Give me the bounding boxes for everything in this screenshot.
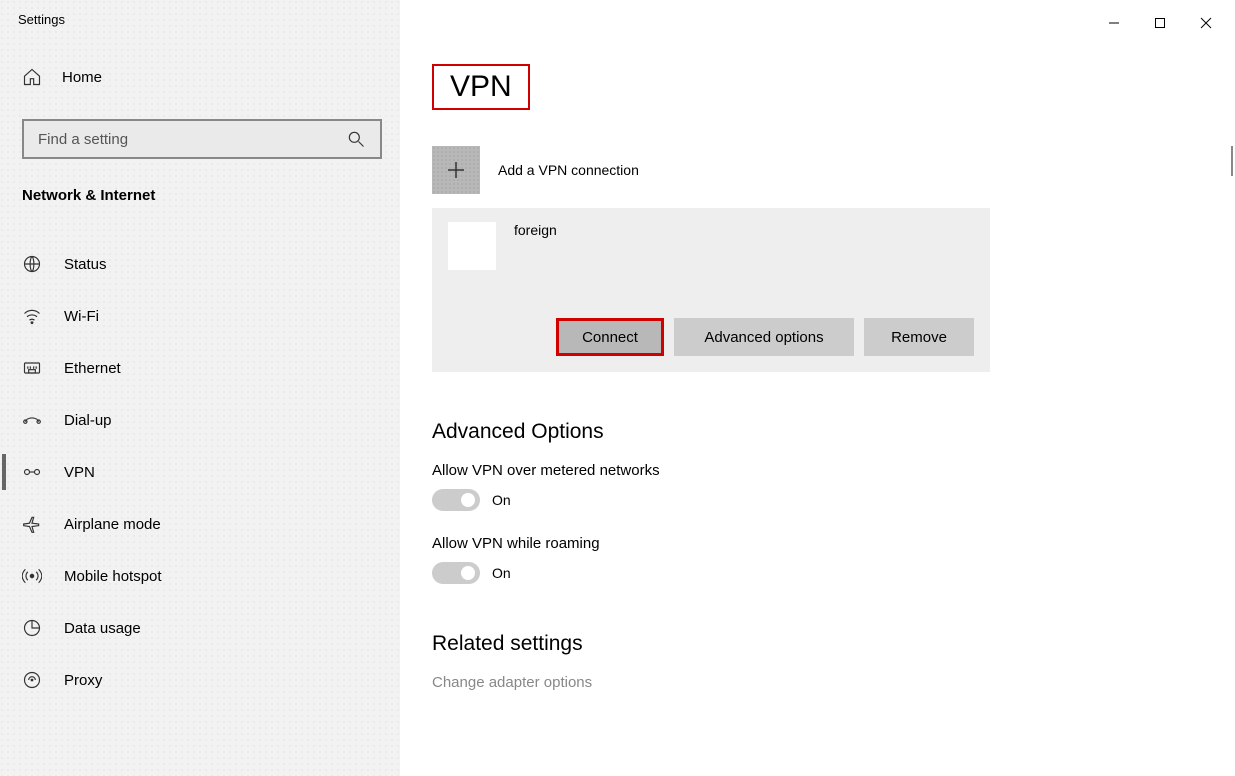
metered-label: Allow VPN over metered networks: [432, 462, 1235, 479]
section-title: Network & Internet: [0, 179, 400, 212]
sidebar-item-airplane[interactable]: Airplane mode: [0, 498, 400, 550]
vpn-entry-icon: [448, 222, 496, 270]
related-settings-heading: Related settings: [432, 632, 1235, 656]
maximize-button[interactable]: [1137, 8, 1183, 38]
sidebar-item-label: Ethernet: [64, 360, 121, 377]
sidebar-item-datausage[interactable]: Data usage: [0, 602, 400, 654]
sidebar-item-wifi[interactable]: Wi-Fi: [0, 290, 400, 342]
sidebar-item-label: Status: [64, 256, 107, 273]
globe-icon: [22, 254, 42, 274]
home-label: Home: [62, 69, 102, 86]
hotspot-icon: [22, 566, 42, 586]
sidebar-item-label: Airplane mode: [64, 516, 161, 533]
sidebar-item-hotspot[interactable]: Mobile hotspot: [0, 550, 400, 602]
home-icon: [22, 67, 42, 87]
advanced-options-heading: Advanced Options: [432, 420, 1235, 444]
home-nav[interactable]: Home: [0, 55, 400, 99]
sidebar-item-status[interactable]: Status: [0, 238, 400, 290]
metered-toggle-state: On: [492, 492, 511, 508]
vpn-icon: [22, 462, 42, 482]
sidebar-item-proxy[interactable]: Proxy: [0, 654, 400, 706]
airplane-icon: [22, 514, 42, 534]
metered-toggle-row: On: [432, 489, 1235, 511]
search-box[interactable]: [22, 119, 382, 159]
sidebar-item-dialup[interactable]: Dial-up: [0, 394, 400, 446]
sidebar-item-label: Proxy: [64, 672, 102, 689]
roaming-toggle[interactable]: [432, 562, 480, 584]
change-adapter-link[interactable]: Change adapter options: [432, 674, 1235, 691]
content-pane: VPN Add a VPN connection foreign Connect…: [400, 0, 1235, 776]
vpn-action-buttons: Connect Advanced options Remove: [448, 318, 974, 356]
window-title: Settings: [0, 12, 400, 55]
advanced-options-button[interactable]: Advanced options: [674, 318, 854, 356]
add-vpn-row[interactable]: Add a VPN connection: [432, 146, 1235, 194]
ethernet-icon: [22, 358, 42, 378]
remove-button[interactable]: Remove: [864, 318, 974, 356]
vpn-entry[interactable]: foreign: [448, 222, 974, 270]
dialup-icon: [22, 410, 42, 430]
wifi-icon: [22, 306, 42, 326]
add-vpn-label: Add a VPN connection: [498, 162, 639, 178]
sidebar-item-label: Data usage: [64, 620, 141, 637]
connect-button[interactable]: Connect: [556, 318, 664, 356]
close-button[interactable]: [1183, 8, 1229, 38]
proxy-icon: [22, 670, 42, 690]
vpn-entry-name: foreign: [514, 222, 557, 238]
minimize-button[interactable]: [1091, 8, 1137, 38]
roaming-toggle-state: On: [492, 565, 511, 581]
scrollbar-thumb[interactable]: [1231, 146, 1233, 176]
roaming-label: Allow VPN while roaming: [432, 535, 1235, 552]
sidebar-item-label: VPN: [64, 464, 95, 481]
sidebar-item-label: Mobile hotspot: [64, 568, 162, 585]
search-input[interactable]: [38, 131, 346, 148]
sidebar-item-label: Dial-up: [64, 412, 112, 429]
sidebar: Settings Home Network & Internet Status: [0, 0, 400, 776]
page-title: VPN: [432, 64, 530, 110]
metered-toggle[interactable]: [432, 489, 480, 511]
titlebar-controls: [1091, 8, 1229, 38]
vpn-connection-card: foreign Connect Advanced options Remove: [432, 208, 990, 372]
sidebar-item-ethernet[interactable]: Ethernet: [0, 342, 400, 394]
sidebar-item-vpn[interactable]: VPN: [0, 446, 400, 498]
datausage-icon: [22, 618, 42, 638]
plus-icon: [432, 146, 480, 194]
sidebar-item-label: Wi-Fi: [64, 308, 99, 325]
roaming-toggle-row: On: [432, 562, 1235, 584]
search-icon: [346, 129, 366, 149]
